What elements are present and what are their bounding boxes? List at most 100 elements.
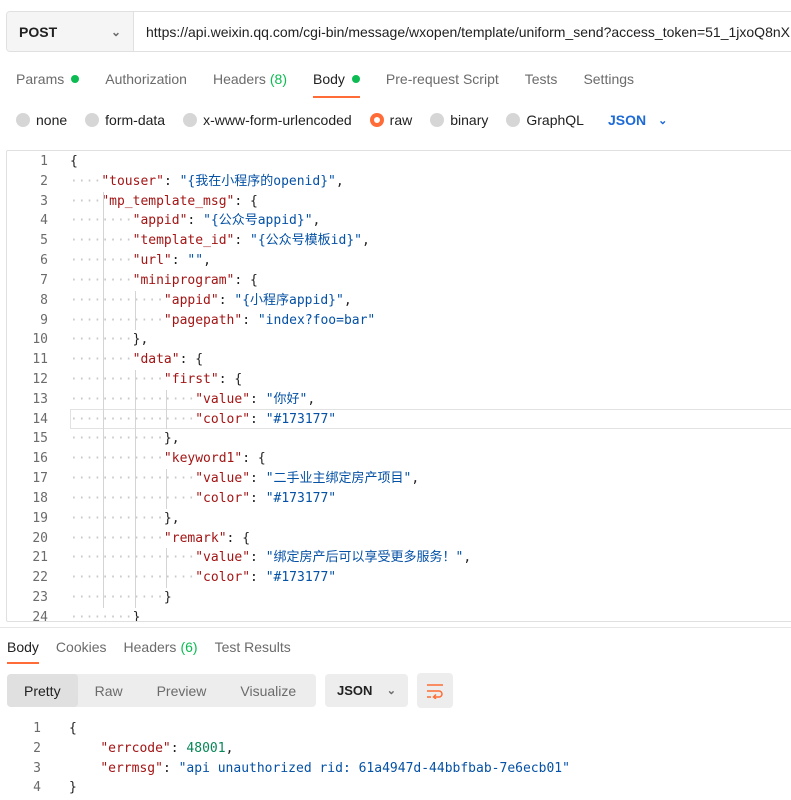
body-type-form-data[interactable]: form-data bbox=[85, 112, 165, 128]
view-pretty-button[interactable]: Pretty bbox=[7, 674, 78, 707]
code-token: } bbox=[132, 609, 141, 622]
request-body-editor[interactable]: 1{2 ····"touser": "{我在小程序的openid}", 3 ····"… bbox=[6, 150, 791, 622]
code-token: "miniprogram" bbox=[132, 272, 235, 288]
code-text: ········}, bbox=[70, 330, 148, 350]
code-token: } bbox=[69, 780, 77, 796]
chevron-down-icon: ⌄ bbox=[110, 24, 121, 39]
code-line: 7 ········"miniprogram": { bbox=[7, 271, 791, 291]
line-number: 19 bbox=[32, 510, 48, 526]
code-text: { bbox=[70, 152, 78, 172]
response-body-viewer[interactable]: 1{2 "errcode": 48001, 3 "errmsg": "api un… bbox=[0, 718, 791, 800]
line-number: 5 bbox=[40, 233, 48, 249]
wrap-lines-button[interactable] bbox=[417, 673, 453, 708]
code-token: : { bbox=[226, 530, 251, 546]
code-line: 6 ········"url": "", bbox=[7, 251, 791, 271]
code-token: : { bbox=[234, 193, 258, 209]
url-input[interactable]: https://api.weixin.qq.com/cgi-bin/messag… bbox=[134, 12, 791, 51]
indent-guide bbox=[165, 389, 167, 430]
code-token: "{公众号appid}" bbox=[203, 213, 313, 229]
response-tab-headers[interactable]: Headers (6) bbox=[124, 637, 198, 664]
code-token: : bbox=[242, 312, 258, 328]
response-format-select[interactable]: JSON ⌄ bbox=[325, 674, 408, 707]
response-code-line: 3 "errmsg": "api unauthorized rid: 61a49… bbox=[0, 759, 791, 779]
tab-params[interactable]: Params bbox=[16, 68, 80, 98]
code-line: 13 ················"value": "你好", bbox=[7, 390, 791, 410]
code-token: : bbox=[163, 173, 180, 189]
code-token: , bbox=[362, 233, 370, 249]
tab-tests[interactable]: Tests bbox=[525, 68, 558, 98]
whitespace-dots: ············ bbox=[70, 372, 164, 388]
request-tabs: Params Authorization Headers (8) Body Pre-req… bbox=[16, 68, 660, 98]
code-token: "remark" bbox=[163, 530, 227, 546]
code-token: "{我在小程序的openid}" bbox=[179, 173, 336, 189]
tab-label: Authorization bbox=[105, 71, 187, 87]
code-token: , bbox=[463, 550, 472, 566]
view-preview-button[interactable]: Preview bbox=[140, 674, 224, 707]
code-token: "绑定房产后可以享受更多服务！" bbox=[265, 550, 464, 566]
line-number: 9 bbox=[40, 312, 48, 328]
code-text: ····"mp_template_msg": { bbox=[70, 192, 258, 212]
code-text: ············"appid": "{小程序appid}", bbox=[70, 291, 352, 311]
body-type-none[interactable]: none bbox=[16, 112, 67, 128]
body-format-select[interactable]: JSON ⌄ bbox=[608, 112, 667, 128]
code-line: 17 ················"value": "二手业主绑定房产项目", bbox=[7, 469, 791, 489]
code-token: "#173177" bbox=[265, 490, 337, 506]
code-text: ············"keyword1": { bbox=[70, 449, 266, 469]
response-tab-body[interactable]: Body bbox=[7, 637, 39, 664]
line-number: 3 bbox=[33, 760, 41, 776]
response-tab-test-results[interactable]: Test Results bbox=[215, 637, 291, 664]
view-visualize-button[interactable]: Visualize bbox=[223, 674, 313, 707]
body-type-raw[interactable]: raw bbox=[369, 112, 412, 128]
line-number: 21 bbox=[32, 550, 48, 566]
code-token: "color" bbox=[195, 490, 251, 506]
code-token: 48001 bbox=[186, 740, 226, 756]
tab-authorization[interactable]: Authorization bbox=[105, 68, 187, 98]
response-tab-cookies[interactable]: Cookies bbox=[56, 637, 107, 664]
code-token: "{公众号模板id}" bbox=[250, 233, 362, 249]
whitespace-dots: ········ bbox=[70, 233, 133, 249]
tab-label: Settings bbox=[583, 71, 635, 87]
code-text: ············"pagepath": "index?foo=bar" bbox=[70, 311, 375, 331]
response-code-line: 2 "errcode": 48001, bbox=[0, 739, 791, 759]
code-line: 10 ········}, bbox=[7, 330, 791, 350]
code-token: , bbox=[343, 292, 352, 308]
code-token: }, bbox=[132, 332, 149, 348]
code-token: : bbox=[250, 411, 266, 427]
whitespace-dots: ············ bbox=[70, 292, 164, 308]
code-line: 4 ········"appid": "{公众号appid}", bbox=[7, 211, 791, 231]
body-type-graphql[interactable]: GraphQL bbox=[506, 112, 584, 128]
body-type-x-www-form-urlencoded[interactable]: x-www-form-urlencoded bbox=[183, 112, 352, 128]
code-token: "appid" bbox=[132, 213, 188, 229]
tab-label: Test Results bbox=[214, 639, 291, 655]
code-token: }, bbox=[163, 431, 180, 447]
tab-label: Body bbox=[313, 71, 345, 87]
code-text: ················"color": "#173177" bbox=[70, 489, 336, 509]
line-number: 15 bbox=[32, 431, 48, 447]
tab-settings[interactable]: Settings bbox=[583, 68, 634, 98]
line-number: 11 bbox=[32, 352, 48, 368]
code-token: , bbox=[307, 391, 316, 407]
line-number: 7 bbox=[40, 272, 48, 288]
code-text: ········} bbox=[70, 608, 141, 622]
code-text: "errcode": 48001, bbox=[69, 739, 233, 759]
view-raw-button[interactable]: Raw bbox=[78, 674, 140, 707]
indent-guide bbox=[134, 290, 136, 331]
whitespace-dots: ············ bbox=[70, 590, 164, 606]
tab-label: Pre-request Script bbox=[385, 71, 499, 87]
whitespace-dots: ················ bbox=[70, 550, 196, 566]
tab-label: Headers bbox=[212, 71, 266, 87]
whitespace-dots: ············ bbox=[70, 451, 164, 467]
tab-headers[interactable]: Headers (8) bbox=[213, 68, 287, 98]
code-line: 8 ············"appid": "{小程序appid}", bbox=[7, 291, 791, 311]
tab-body[interactable]: Body bbox=[313, 68, 360, 98]
code-token: , bbox=[411, 471, 420, 487]
tab-pre-request-script[interactable]: Pre-request Script bbox=[386, 68, 499, 98]
code-token: , bbox=[335, 173, 344, 189]
method-select[interactable]: POST ⌄ bbox=[7, 12, 134, 51]
chevron-down-icon: ⌄ bbox=[386, 685, 396, 697]
code-token: "二手业主绑定房产项目" bbox=[265, 471, 412, 487]
body-type-binary[interactable]: binary bbox=[430, 112, 488, 128]
code-line: 11 ········"data": { bbox=[7, 350, 791, 370]
pane-divider[interactable] bbox=[0, 627, 791, 628]
